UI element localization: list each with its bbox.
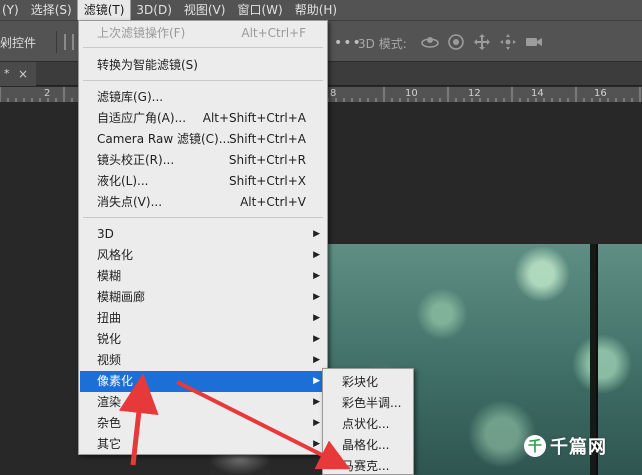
menu-item-blur-gallery[interactable]: 模糊画廊 ▶ xyxy=(80,287,326,308)
menu-item-convert-smart-filter[interactable]: 转换为智能滤镜(S) xyxy=(80,55,326,76)
menu-item-blur[interactable]: 模糊 ▶ xyxy=(80,266,326,287)
menu-item-other[interactable]: 其它 ▶ xyxy=(80,434,326,455)
menu-item-vanishing-point[interactable]: 消失点(V)... Alt+Ctrl+V xyxy=(80,192,326,213)
menu-item-label: 镜头校正(R)... xyxy=(97,153,175,167)
submenu-arrow-icon: ▶ xyxy=(313,439,320,449)
pixelate-submenu: 彩块化 彩色半调... 点状化... 晶格化... 马赛克... xyxy=(322,368,414,475)
submenu-item-label: 晶格化... xyxy=(342,438,390,452)
submenu-item-label: 点状化... xyxy=(342,417,390,431)
3d-mode-label: 3D 模式: xyxy=(358,37,407,51)
menu-item-label: 像素化 xyxy=(97,374,134,388)
menu-select[interactable]: 选择(S) xyxy=(25,0,78,20)
orbit-icon[interactable] xyxy=(420,32,440,52)
menu-item-render[interactable]: 渲染 ▶ xyxy=(80,392,326,413)
submenu-arrow-icon: ▶ xyxy=(313,250,320,260)
menu-item-label: 3D xyxy=(97,227,114,241)
submenu-arrow-icon: ▶ xyxy=(313,355,320,365)
submenu-item-crystallize[interactable]: 晶格化... xyxy=(324,435,412,456)
submenu-item-color-halftone[interactable]: 彩色半调... xyxy=(324,393,412,414)
menu-item-lens-correction[interactable]: 镜头校正(R)... Shift+Ctrl+R xyxy=(80,150,326,171)
menu-item-shortcut: Shift+Ctrl+A xyxy=(229,132,306,146)
menu-item-3d[interactable]: 3D ▶ xyxy=(80,224,326,245)
menu-item-stylize[interactable]: 风格化 ▶ xyxy=(80,245,326,266)
menu-item-video[interactable]: 视频 ▶ xyxy=(80,350,326,371)
menu-item-label: 自适应广角(A)... xyxy=(97,111,187,125)
tab-label: * xyxy=(4,67,10,80)
menu-item-label: 消失点(V)... xyxy=(97,195,163,209)
ruler-number: 16 xyxy=(594,88,607,99)
close-tab-icon[interactable]: × xyxy=(18,62,28,86)
menu-item-distort[interactable]: 扭曲 ▶ xyxy=(80,308,326,329)
submenu-arrow-icon: ▶ xyxy=(313,334,320,344)
filter-menu: 上次滤镜操作(F) Alt+Ctrl+F 转换为智能滤镜(S) 滤镜库(G)..… xyxy=(78,20,328,455)
submenu-item-label: 彩块化 xyxy=(342,375,379,389)
menu-item-shortcut: Alt+Ctrl+F xyxy=(241,26,306,40)
watermark: 千 千篇网 xyxy=(524,432,607,460)
submenu-arrow-icon: ▶ xyxy=(313,271,320,281)
menu-item-label: 渲染 xyxy=(97,395,122,409)
menu-item-pixelate[interactable]: 像素化 ▶ xyxy=(80,371,326,392)
menu-divider xyxy=(83,80,323,81)
menu-window[interactable]: 窗口(W) xyxy=(231,0,288,20)
watermark-text: 千篇网 xyxy=(550,437,607,458)
menu-item-label: Camera Raw 滤镜(C)... xyxy=(97,132,231,146)
menu-item-noise[interactable]: 杂色 ▶ xyxy=(80,413,326,434)
menu-type[interactable]: (Y) xyxy=(0,0,25,20)
submenu-arrow-icon: ▶ xyxy=(313,418,320,428)
menu-item-shortcut: Alt+Shift+Ctrl+A xyxy=(202,111,306,125)
submenu-arrow-icon: ▶ xyxy=(313,229,320,239)
menu-item-label: 液化(L)... xyxy=(97,174,149,188)
menu-item-label: 模糊 xyxy=(97,269,122,283)
menu-filter[interactable]: 滤镜(T) xyxy=(76,0,132,21)
menu-item-camera-raw[interactable]: Camera Raw 滤镜(C)... Shift+Ctrl+A xyxy=(80,129,326,150)
menu-item-label: 其它 xyxy=(97,437,122,451)
submenu-arrow-icon: ▶ xyxy=(313,376,320,386)
submenu-arrow-icon: ▶ xyxy=(313,292,320,302)
menu-item-label: 滤镜库(G)... xyxy=(97,90,164,104)
ruler-number: 12 xyxy=(468,88,481,99)
menu-item-label: 杂色 xyxy=(97,416,122,430)
submenu-item-mosaic[interactable]: 马赛克... xyxy=(324,456,412,475)
slide-icon[interactable] xyxy=(498,32,518,52)
menu-item-shortcut: Shift+Ctrl+R xyxy=(228,153,306,167)
menu-bar: (Y) 选择(S) 滤镜(T) 3D(D) 视图(V) 窗口(W) 帮助(H) xyxy=(0,0,642,21)
submenu-arrow-icon: ▶ xyxy=(313,313,320,323)
submenu-item-label: 马赛克... xyxy=(342,459,390,473)
menu-item-label: 视频 xyxy=(97,353,122,367)
submenu-item-facet[interactable]: 彩块化 xyxy=(324,372,412,393)
menu-item-label: 扭曲 xyxy=(97,311,122,325)
menu-3d[interactable]: 3D(D) xyxy=(130,0,177,20)
ruler-number: 10 xyxy=(405,88,418,99)
watermark-logo-icon: 千 xyxy=(524,435,546,457)
pan-icon[interactable] xyxy=(472,32,492,52)
menu-item-adaptive-wide-angle[interactable]: 自适应广角(A)... Alt+Shift+Ctrl+A xyxy=(80,108,326,129)
menu-view[interactable]: 视图(V) xyxy=(178,0,232,20)
roll-icon[interactable] xyxy=(446,32,466,52)
menu-item-liquify[interactable]: 液化(L)... Shift+Ctrl+X xyxy=(80,171,326,192)
submenu-arrow-icon: ▶ xyxy=(313,397,320,407)
menu-item-label: 模糊画廊 xyxy=(97,290,146,304)
menu-item-filter-gallery[interactable]: 滤镜库(G)... xyxy=(80,87,326,108)
menu-item-label: 风格化 xyxy=(97,248,134,262)
options-separator xyxy=(56,31,57,53)
ruler-number: 14 xyxy=(531,88,544,99)
video-camera-icon[interactable] xyxy=(524,32,544,52)
menu-divider xyxy=(83,217,323,218)
options-left-label: 剁控件 xyxy=(0,36,37,50)
menu-item-last-filter: 上次滤镜操作(F) Alt+Ctrl+F xyxy=(80,23,326,44)
menu-divider xyxy=(83,47,323,48)
menu-item-shortcut: Alt+Ctrl+V xyxy=(240,195,306,209)
menu-item-label: 锐化 xyxy=(97,332,122,346)
menu-item-shortcut: Shift+Ctrl+X xyxy=(229,174,306,188)
menu-help[interactable]: 帮助(H) xyxy=(289,0,343,20)
submenu-item-pointillize[interactable]: 点状化... xyxy=(324,414,412,435)
menu-item-sharpen[interactable]: 锐化 ▶ xyxy=(80,329,326,350)
menu-item-label: 转换为智能滤镜(S) xyxy=(97,58,198,72)
align-grip-icon[interactable] xyxy=(64,34,74,50)
submenu-item-label: 彩色半调... xyxy=(342,396,402,410)
ruler-number: 8 xyxy=(330,88,337,99)
ruler-number: 2 xyxy=(44,88,51,99)
menu-item-label: 上次滤镜操作(F) xyxy=(97,26,186,40)
